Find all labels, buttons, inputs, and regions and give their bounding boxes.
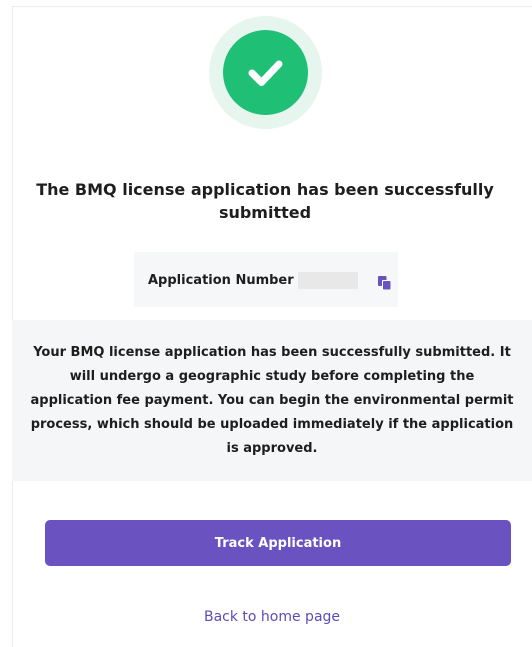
- check-icon: [248, 60, 283, 86]
- application-number-box: Application Number: [134, 252, 398, 307]
- page-title: The BMQ license application has been suc…: [36, 180, 494, 222]
- back-to-home-link[interactable]: Back to home page: [12, 609, 532, 625]
- track-application-button[interactable]: Track Application: [45, 520, 511, 566]
- copy-icon[interactable]: [377, 275, 393, 291]
- success-badge: [223, 30, 308, 115]
- success-status: [209, 16, 322, 129]
- submission-message: Your BMQ license application has been su…: [12, 320, 532, 481]
- application-number-value: [298, 272, 358, 289]
- application-number-label: Application Number: [148, 273, 294, 288]
